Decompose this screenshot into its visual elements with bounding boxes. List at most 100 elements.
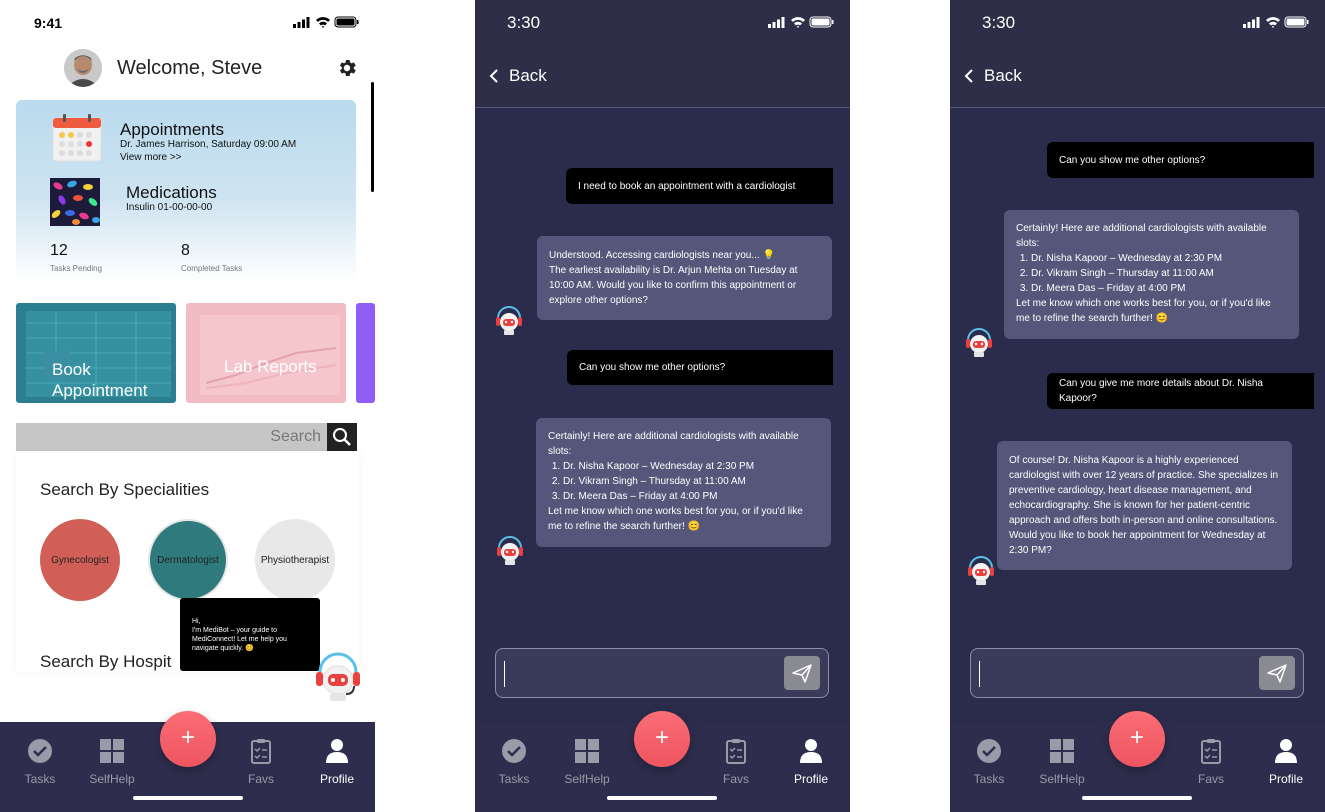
system-status-icons (1243, 16, 1309, 28)
text-caret (504, 661, 505, 687)
tasks-pending-label: Tasks Pending (50, 264, 103, 273)
welcome-title: Welcome, Steve (117, 57, 263, 79)
system-status-icons (293, 16, 359, 28)
medications-title: Medications (126, 183, 217, 202)
tasks-pending-count: 12 (50, 242, 68, 259)
scrollbar[interactable] (371, 82, 374, 192)
nav-selfhelp[interactable]: SelfHelp (1027, 738, 1097, 786)
bot-message-outro: Let me know which one works best for you… (548, 506, 803, 532)
add-button[interactable]: + (634, 711, 690, 767)
bot-message: Certainly! Here are additional cardiolog… (536, 418, 831, 547)
nav-selfhelp[interactable]: SelfHelp (552, 738, 622, 786)
nav-selfhelp[interactable]: SelfHelp (77, 738, 147, 786)
gear-icon[interactable] (336, 57, 358, 79)
calendar-icon (52, 114, 102, 162)
back-button[interactable]: Back (964, 66, 1022, 86)
nav-tasks-label: Tasks (498, 772, 530, 786)
doctor-option: Dr. Vikram Singh – Thursday at 11:00 AM (563, 474, 819, 489)
nav-profile-label: Profile (793, 772, 828, 786)
nav-tasks[interactable]: Tasks (479, 738, 549, 786)
add-button[interactable]: + (160, 711, 216, 767)
user-icon (800, 739, 822, 763)
home-indicator (133, 796, 243, 800)
check-circle-icon (502, 739, 526, 763)
back-label: Back (509, 66, 547, 85)
chevron-left-icon (964, 69, 973, 83)
back-button[interactable]: Back (489, 66, 547, 86)
search-button[interactable] (327, 423, 357, 451)
nav-favs[interactable]: Favs (226, 738, 296, 786)
check-circle-icon (28, 739, 52, 763)
doctor-option: Dr. Nisha Kapoor – Wednesday at 2:30 PM (1031, 251, 1287, 266)
lab-chart-thumbnail (200, 315, 340, 395)
next-tile[interactable] (356, 303, 375, 403)
status-bar: 3:30 (950, 0, 1325, 44)
view-more-link[interactable]: View more >> (120, 152, 182, 163)
completed-tasks-count: 8 (181, 242, 190, 259)
bot-message-intro: Certainly! Here are additional cardiolog… (1016, 223, 1267, 249)
grid-icon (575, 739, 599, 763)
doctor-option: Dr. Vikram Singh – Thursday at 11:00 AM (1031, 266, 1287, 281)
nav-selfhelp-label: SelfHelp (1039, 772, 1085, 786)
nav-favs[interactable]: Favs (1176, 738, 1246, 786)
check-circle-icon (977, 739, 1001, 763)
speciality-physiotherapist[interactable]: Physiotherapist (255, 519, 335, 601)
nav-profile[interactable]: Profile (302, 738, 372, 786)
add-button[interactable]: + (1109, 711, 1165, 767)
message-input[interactable] (970, 648, 1304, 698)
status-bar: 3:30 (475, 0, 850, 44)
doctor-option: Dr. Nisha Kapoor – Wednesday at 2:30 PM (563, 459, 819, 474)
appointments-title: Appointments (120, 120, 224, 139)
text-caret (979, 661, 980, 687)
chat-header: 3:30 Back (950, 0, 1325, 108)
send-button[interactable] (784, 656, 820, 690)
medibot-icon[interactable] (314, 650, 362, 702)
nav-profile[interactable]: Profile (776, 738, 846, 786)
doctor-option: Dr. Meera Das – Friday at 4:00 PM (1031, 281, 1287, 296)
user-icon (1275, 739, 1297, 763)
home-indicator (607, 796, 717, 800)
speciality-gynecologist[interactable]: Gynecologist (40, 519, 120, 601)
chat-screen-2: 3:30 Back Can you show me other options?… (950, 0, 1325, 812)
chat-header: 3:30 Back (475, 0, 850, 108)
search-input[interactable]: Search (16, 423, 327, 451)
message-input[interactable] (495, 648, 829, 698)
send-icon (792, 664, 812, 683)
nav-profile-label: Profile (319, 772, 354, 786)
nav-profile-label: Profile (1268, 772, 1303, 786)
lab-reports-label: Lab Reports (224, 357, 317, 376)
nav-selfhelp-label: SelfHelp (89, 772, 135, 786)
bot-message-line: Understood. Accessing cardiologists near… (549, 250, 775, 261)
medication-detail: Insulin 01-00-00-00 (126, 202, 213, 213)
avatar[interactable] (64, 49, 102, 87)
bot-message: Understood. Accessing cardiologists near… (537, 236, 832, 320)
user-message: Can you show me other options? (567, 350, 833, 385)
bot-message: Of course! Dr. Nisha Kapoor is a highly … (997, 441, 1292, 570)
status-time: 3:30 (982, 13, 1016, 32)
doctor-option: Dr. Meera Das – Friday at 4:00 PM (563, 489, 819, 504)
user-message: I need to book an appointment with a car… (566, 168, 833, 204)
home-screen: 9:41 Welcome, Steve Appointments Dr. Jam… (0, 0, 375, 812)
nav-favs[interactable]: Favs (701, 738, 771, 786)
bot-message-outro: Let me know which one works best for you… (1016, 298, 1271, 324)
nav-favs-label: Favs (1197, 772, 1224, 786)
lab-reports-tile[interactable]: Lab Reports (186, 303, 346, 403)
hospitals-title: Search By Hospit (40, 652, 172, 671)
medibot-avatar-icon (497, 536, 523, 565)
nav-favs-label: Favs (722, 772, 749, 786)
nav-tasks[interactable]: Tasks (5, 738, 75, 786)
user-icon (326, 739, 348, 763)
status-time: 3:30 (507, 13, 541, 32)
send-button[interactable] (1259, 656, 1295, 690)
appointment-detail: Dr. James Harrison, Saturday 09:00 AM (120, 139, 297, 150)
grid-icon (100, 739, 124, 763)
nav-tasks[interactable]: Tasks (954, 738, 1024, 786)
nav-profile[interactable]: Profile (1251, 738, 1321, 786)
status-bar: 9:41 (0, 0, 375, 44)
specialities-title: Search By Specialities (40, 480, 210, 499)
book-appointment-tile[interactable]: Book Appointment (16, 303, 176, 403)
clipboard-icon (726, 739, 746, 764)
grid-icon (1050, 739, 1074, 763)
speciality-dermatologist[interactable]: Dermatologist (148, 519, 228, 601)
user-message: Can you show me other options? (1047, 142, 1314, 178)
